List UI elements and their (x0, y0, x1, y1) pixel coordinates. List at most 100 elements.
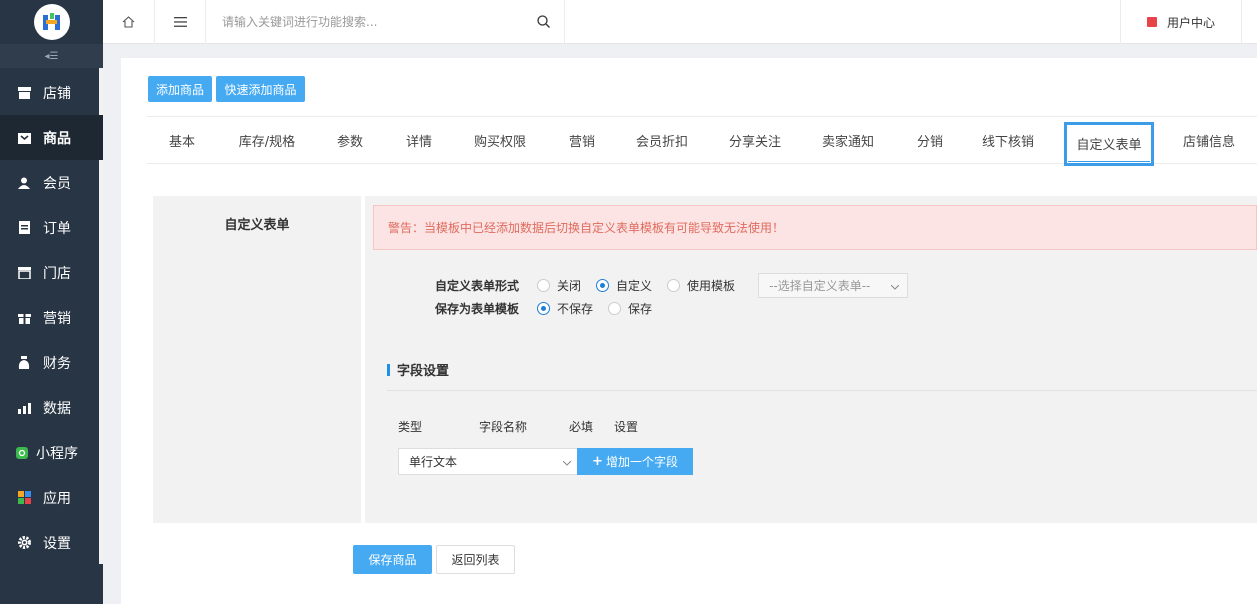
title-accent-bar (387, 363, 390, 376)
save-goods-button[interactable]: 保存商品 (353, 545, 432, 574)
section-label-column: 自定义表单 (153, 196, 361, 523)
sidebar-item-store[interactable]: 店铺 (0, 70, 103, 115)
tab-distribution[interactable]: 分销 (905, 117, 955, 163)
sidebar-item-order[interactable]: 订单 (0, 205, 103, 250)
col-header-field-name: 字段名称 (479, 420, 528, 434)
shop-icon (17, 266, 31, 280)
user-center-icon (1146, 17, 1157, 27)
tab-store-info[interactable]: 店铺信息 (1174, 117, 1244, 163)
col-header-type: 类型 (398, 420, 423, 434)
sidebar-menu: 店铺 商品 会员 订单 门店 营销 财务 数据 小程序 应用 设置 (0, 70, 103, 565)
template-select-placeholder: --选择自定义表单-- (769, 279, 871, 293)
sidebar-item-label: 营销 (43, 310, 71, 327)
tab-seller-notify[interactable]: 卖家通知 (813, 117, 883, 163)
save-template-option-yes[interactable]: 保存 (608, 300, 652, 317)
radio-off[interactable] (667, 279, 681, 292)
tab-offline-verify[interactable]: 线下核销 (973, 117, 1043, 163)
option-label: 保存 (628, 302, 653, 316)
sidebar-item-apps[interactable]: 应用 (0, 475, 103, 520)
menu-toggle-icon[interactable] (155, 0, 206, 44)
radio-off[interactable] (608, 302, 622, 315)
sidebar-item-label: 财务 (43, 355, 71, 372)
logo[interactable] (33, 4, 70, 40)
gear-icon (17, 536, 31, 550)
field-settings-label: 字段设置 (397, 364, 450, 379)
option-label: 不保存 (557, 302, 594, 316)
add-goods-button[interactable]: 添加商品 (148, 76, 212, 102)
sidebar-item-goods[interactable]: 商品 (0, 115, 103, 160)
sidebar-item-label: 店铺 (43, 85, 71, 102)
sidebar-item-marketing[interactable]: 营销 (0, 295, 103, 340)
chevron-down-icon (562, 455, 572, 469)
col-header-settings: 设置 (614, 420, 639, 434)
tab-custom-form[interactable]: 自定义表单 (1064, 122, 1154, 166)
plus-icon: + (592, 454, 603, 469)
add-field-button[interactable]: + 增加一个字段 (577, 448, 693, 475)
user-center-label: 用户中心 (1166, 15, 1215, 30)
form-type-label: 自定义表单形式 (435, 279, 520, 293)
tab-member-discount[interactable]: 会员折扣 (627, 117, 697, 163)
col-header-required: 必填 (569, 420, 594, 434)
save-template-row: 保存为表单模板 不保存 保存 (435, 300, 667, 317)
tab-basic[interactable]: 基本 (157, 117, 207, 163)
tab-stock-spec[interactable]: 库存/规格 (231, 117, 303, 163)
back-to-list-button[interactable]: 返回列表 (436, 545, 515, 574)
home-icon[interactable] (103, 0, 155, 44)
main-panel: 添加商品 快速添加商品 基本 库存/规格 参数 详情 购买权限 营销 会员折扣 … (121, 58, 1257, 604)
tab-params[interactable]: 参数 (325, 117, 375, 163)
form-type-option-custom[interactable]: 自定义 (596, 277, 652, 294)
field-type-select[interactable]: 单行文本 (398, 448, 578, 475)
logo-area (0, 0, 103, 44)
store-icon (17, 86, 31, 100)
field-type-value: 单行文本 (409, 455, 458, 469)
search-input[interactable] (222, 10, 522, 34)
template-select[interactable]: --选择自定义表单-- (758, 273, 909, 298)
sidebar-item-label: 应用 (43, 490, 71, 507)
section-title: 自定义表单 (224, 218, 290, 233)
tab-share-follow[interactable]: 分享关注 (720, 117, 790, 163)
sidebar-item-finance[interactable]: 财务 (0, 340, 103, 385)
sidebar-item-label: 门店 (43, 265, 71, 282)
goods-icon (17, 131, 31, 145)
chart-icon (17, 401, 31, 415)
save-template-label: 保存为表单模板 (435, 302, 520, 316)
quick-add-goods-button[interactable]: 快速添加商品 (216, 76, 305, 102)
save-template-option-no[interactable]: 不保存 (537, 300, 593, 317)
option-label: 自定义 (616, 279, 653, 293)
field-settings-title: 字段设置 (387, 360, 449, 379)
tab-purchase-permission[interactable]: 购买权限 (467, 117, 533, 163)
sidebar-item-label: 会员 (43, 175, 71, 192)
radio-off[interactable] (537, 279, 551, 292)
sidebar: ◂☰ 店铺 商品 会员 订单 门店 营销 财务 数据 小程序 应用 设置 (0, 0, 103, 604)
sidebar-item-shop[interactable]: 门店 (0, 250, 103, 295)
tab-marketing[interactable]: 营销 (557, 117, 607, 163)
warning-alert: 警告：当模板中已经添加数据后切换自定义表单模板有可能导致无法使用！ (373, 205, 1257, 250)
sidebar-item-data[interactable]: 数据 (0, 385, 103, 430)
collapse-menu-icon[interactable]: ◂☰ (0, 44, 103, 68)
top-bar: 用户中心 (103, 0, 1257, 44)
finance-icon (17, 356, 31, 370)
form-type-row: 自定义表单形式 关闭 自定义 使用模板 --选择自定义表单-- (435, 273, 909, 298)
sidebar-item-settings[interactable]: 设置 (0, 520, 103, 565)
tab-details[interactable]: 详情 (394, 117, 444, 163)
member-icon (17, 176, 31, 190)
tab-custom-form-label: 自定义表单 (1068, 134, 1150, 162)
divider (387, 390, 1257, 391)
radio-on[interactable] (537, 302, 551, 315)
form-type-option-close[interactable]: 关闭 (537, 277, 581, 294)
sidebar-item-member[interactable]: 会员 (0, 160, 103, 205)
chevron-down-icon (890, 279, 900, 293)
order-icon (17, 221, 31, 235)
sidebar-item-label: 订单 (43, 220, 71, 237)
apps-icon (17, 491, 31, 505)
sidebar-item-label: 数据 (43, 400, 71, 417)
radio-on[interactable] (596, 279, 610, 292)
sidebar-item-miniapp[interactable]: 小程序 (0, 430, 103, 475)
form-type-option-template[interactable]: 使用模板 (667, 277, 735, 294)
sidebar-item-label: 设置 (43, 535, 71, 552)
search-icon[interactable] (537, 15, 550, 31)
tab-bar: 基本 库存/规格 参数 详情 购买权限 营销 会员折扣 分享关注 卖家通知 分销… (147, 116, 1257, 166)
gift-icon (17, 311, 31, 325)
sidebar-item-label: 小程序 (36, 445, 78, 462)
user-center-button[interactable]: 用户中心 (1120, 0, 1242, 44)
